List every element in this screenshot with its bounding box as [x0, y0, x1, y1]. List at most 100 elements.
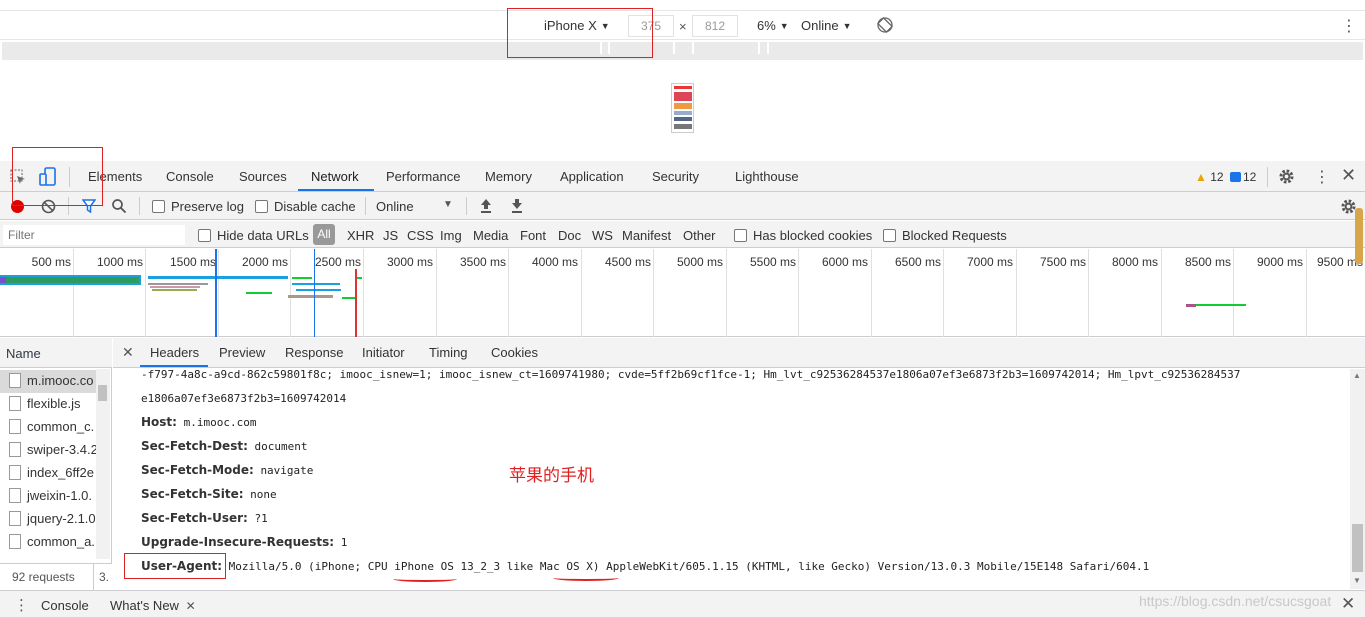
- tab-application[interactable]: Application: [560, 169, 624, 184]
- close-drawer-icon[interactable]: ✕: [1341, 594, 1355, 614]
- request-row[interactable]: common_a.: [0, 531, 96, 554]
- request-name: flexible.js: [27, 396, 81, 411]
- header-row: Sec-Fetch-Dest: document: [141, 439, 307, 453]
- timeline-label: 4000 ms: [531, 255, 578, 269]
- export-har-icon[interactable]: [510, 198, 524, 213]
- annotation-box: [507, 8, 653, 58]
- filter-type-other[interactable]: Other: [683, 228, 716, 243]
- header-value: ?1: [254, 512, 268, 525]
- preview-block: [674, 111, 692, 115]
- messages-badge[interactable]: 12: [1230, 170, 1256, 184]
- tab-initiator[interactable]: Initiator: [362, 345, 405, 360]
- zoom-select[interactable]: 6% ▼: [757, 18, 789, 33]
- panel-resize-scrollbar[interactable]: [1355, 208, 1363, 264]
- media-tick: [767, 42, 769, 54]
- filter-type-css[interactable]: CSS: [407, 228, 434, 243]
- timeline-label: 8500 ms: [1184, 255, 1231, 269]
- tab-lighthouse[interactable]: Lighthouse: [735, 169, 799, 184]
- drawer-tab-console[interactable]: Console: [41, 598, 89, 613]
- tab-console[interactable]: Console: [166, 169, 214, 184]
- header-key: Upgrade-Insecure-Requests:: [141, 535, 335, 549]
- request-row[interactable]: m.imooc.co: [0, 370, 96, 393]
- media-query-bar[interactable]: [2, 42, 1363, 60]
- timeline-bar: [1186, 304, 1196, 307]
- close-devtools-icon[interactable]: ✕: [1341, 165, 1356, 186]
- request-row[interactable]: jweixin-1.0.: [0, 485, 96, 508]
- filter-type-all[interactable]: All: [313, 224, 335, 245]
- rotate-icon[interactable]: [876, 16, 894, 34]
- customize-menu-icon[interactable]: ⋮: [1314, 167, 1330, 187]
- scrollbar-thumb[interactable]: [1352, 524, 1363, 572]
- document-icon: [9, 396, 21, 411]
- message-icon: [1230, 172, 1241, 182]
- close-icon[interactable]: ✕: [186, 599, 196, 613]
- scroll-down-icon[interactable]: ▼: [1353, 576, 1361, 585]
- preview-block: [674, 103, 692, 109]
- device-throttle-select[interactable]: Online ▼: [801, 18, 852, 33]
- request-row[interactable]: flexible.js: [0, 393, 96, 416]
- tab-cookies[interactable]: Cookies: [491, 345, 538, 360]
- filter-type-xhr[interactable]: XHR: [347, 228, 374, 243]
- timeline-label: 1500 ms: [169, 255, 216, 269]
- network-toolbar: Preserve log Disable cache Online ▼: [0, 192, 1365, 220]
- network-overview-timeline[interactable]: 500 ms 1000 ms 1500 ms 2000 ms 2500 ms 3…: [0, 249, 1365, 337]
- summary-bar: 92 requests 3.: [0, 563, 112, 590]
- request-row[interactable]: swiper-3.4.2: [0, 439, 96, 462]
- close-details-icon[interactable]: ✕: [122, 344, 134, 361]
- timeline-label: 6000 ms: [821, 255, 868, 269]
- scrollbar-thumb[interactable]: [98, 385, 107, 401]
- has-blocked-cookies-checkbox[interactable]: Has blocked cookies: [734, 228, 872, 243]
- blocked-requests-label: Blocked Requests: [902, 228, 1007, 243]
- tab-performance[interactable]: Performance: [386, 169, 460, 184]
- filter-type-js[interactable]: JS: [383, 228, 398, 243]
- filter-type-img[interactable]: Img: [440, 228, 462, 243]
- filter-input[interactable]: [3, 225, 185, 245]
- search-icon[interactable]: [111, 198, 127, 214]
- name-column-header[interactable]: Name: [0, 338, 112, 368]
- preserve-log-checkbox[interactable]: Preserve log: [152, 199, 244, 214]
- request-details-panel: ✕ Headers Preview Response Initiator Tim…: [113, 338, 1365, 589]
- filter-type-manifest[interactable]: Manifest: [622, 228, 671, 243]
- warnings-badge[interactable]: ▲ 12: [1195, 170, 1224, 184]
- tab-memory[interactable]: Memory: [485, 169, 532, 184]
- tab-sources[interactable]: Sources: [239, 169, 287, 184]
- tab-network[interactable]: Network: [311, 169, 359, 184]
- device-height-input[interactable]: 812: [692, 15, 738, 37]
- document-icon: [9, 419, 21, 434]
- request-name: jquery-2.1.0: [27, 511, 96, 526]
- tab-timing[interactable]: Timing: [429, 345, 468, 360]
- filter-bar: Hide data URLs All XHR JS CSS Img Media …: [0, 221, 1365, 248]
- tab-headers[interactable]: Headers: [150, 345, 199, 360]
- request-list-scrollbar[interactable]: [96, 369, 110, 559]
- hide-data-urls-checkbox[interactable]: Hide data URLs: [198, 228, 309, 243]
- header-value: m.imooc.com: [183, 416, 257, 429]
- timeline-label: 2500 ms: [314, 255, 361, 269]
- filter-type-media[interactable]: Media: [473, 228, 508, 243]
- tab-security[interactable]: Security: [652, 169, 699, 184]
- request-name: common_c.: [27, 419, 95, 434]
- drawer-tab-whats-new[interactable]: What's New ✕: [110, 598, 196, 613]
- request-row[interactable]: jquery-2.1.0: [0, 508, 96, 531]
- tab-preview[interactable]: Preview: [219, 345, 265, 360]
- header-row: Host: m.imooc.com: [141, 415, 256, 429]
- chevron-down-icon[interactable]: ▼: [443, 199, 453, 210]
- phone-preview[interactable]: [671, 83, 694, 133]
- filter-type-doc[interactable]: Doc: [558, 228, 581, 243]
- drawer-menu-icon[interactable]: ⋮: [14, 596, 29, 614]
- blocked-requests-checkbox[interactable]: Blocked Requests: [883, 228, 1007, 243]
- timeline-bar: [148, 283, 208, 285]
- filter-type-font[interactable]: Font: [520, 228, 546, 243]
- request-row[interactable]: index_6ff2e: [0, 462, 96, 485]
- checkbox-icon: [734, 229, 747, 242]
- details-scrollbar[interactable]: ▲ ▼: [1350, 369, 1365, 589]
- filter-type-ws[interactable]: WS: [592, 228, 613, 243]
- request-row[interactable]: common_c.: [0, 416, 96, 439]
- timeline-label: 5500 ms: [749, 255, 796, 269]
- tab-response[interactable]: Response: [285, 345, 344, 360]
- network-throttle-select[interactable]: Online: [376, 199, 414, 214]
- more-options-icon[interactable]: ⋮: [1341, 16, 1357, 36]
- settings-gear-icon[interactable]: [1278, 168, 1295, 185]
- import-har-icon[interactable]: [479, 198, 493, 213]
- scroll-up-icon[interactable]: ▲: [1353, 371, 1361, 380]
- disable-cache-checkbox[interactable]: Disable cache: [255, 199, 356, 214]
